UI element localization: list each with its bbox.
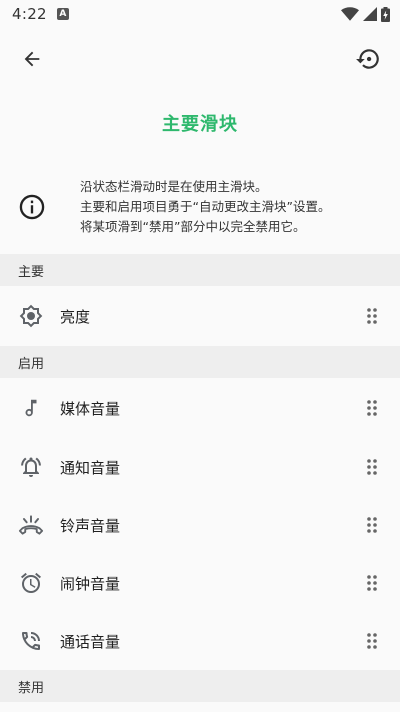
status-bar: 4:22 A: [0, 0, 400, 28]
slider-item-media-volume[interactable]: 媒体音量: [0, 378, 400, 438]
page-title: 主要滑块: [162, 114, 238, 135]
battery-charging-icon: [381, 6, 390, 22]
slider-item-label: 通话音量: [60, 632, 121, 651]
section-header-primary: 主要: [0, 254, 400, 286]
restore-icon: [356, 49, 379, 69]
info-block: 沿状态栏滑动时是在使用主滑块。 主要和启用项目勇于“自动更改主滑块”设置。 将某…: [0, 150, 400, 254]
arrow-back-icon: [24, 51, 40, 67]
slider-item-brightness[interactable]: 亮度: [0, 286, 400, 346]
slider-item-label: 亮度: [60, 307, 91, 326]
info-line-2: 主要和启用项目勇于“自动更改主滑块”设置。: [80, 199, 331, 214]
slider-item-alarm-volume[interactable]: 闹钟音量: [0, 554, 400, 612]
info-line-3: 将某项滑到“禁用”部分中以完全禁用它。: [80, 219, 306, 234]
phone-call-icon: [22, 632, 40, 650]
signal-icon: [363, 7, 377, 21]
toolbar: [0, 28, 400, 90]
info-text: 沿状态栏滑动时是在使用主滑块。 主要和启用项目勇于“自动更改主滑块”设置。 将某…: [80, 177, 330, 237]
slider-item-label: 媒体音量: [60, 399, 121, 418]
ringer-phone-icon: [18, 515, 44, 535]
info-icon: [19, 194, 45, 220]
section-header-enabled: 启用: [0, 346, 400, 378]
wifi-icon: [341, 7, 359, 21]
drag-handle-icon[interactable]: [366, 632, 378, 650]
info-line-1: 沿状态栏滑动时是在使用主滑块。: [80, 179, 268, 194]
slider-item-notification-volume[interactable]: 通知音量: [0, 438, 400, 496]
drag-handle-icon[interactable]: [366, 458, 378, 476]
section-header-disabled: 禁用: [0, 670, 400, 702]
music-note-icon: [25, 399, 37, 417]
drag-handle-icon[interactable]: [366, 399, 378, 417]
slider-item-label: 通知音量: [60, 458, 121, 477]
status-time: 4:22: [12, 5, 47, 23]
alarm-clock-icon: [21, 572, 41, 594]
slider-item-label: 闹钟音量: [60, 574, 121, 593]
reset-button[interactable]: [354, 45, 382, 73]
title-area: 主要滑块: [0, 90, 400, 150]
slider-item-call-volume[interactable]: 通话音量: [0, 612, 400, 670]
drag-handle-icon[interactable]: [366, 307, 378, 325]
brightness-icon: [19, 304, 43, 328]
notification-icon: A: [56, 8, 69, 20]
drag-handle-icon[interactable]: [366, 574, 378, 592]
notification-bell-icon: [21, 457, 41, 477]
drag-handle-icon[interactable]: [366, 516, 378, 534]
slider-item-label: 铃声音量: [60, 516, 121, 535]
slider-item-ringer-volume[interactable]: 铃声音量: [0, 496, 400, 554]
back-button[interactable]: [18, 45, 46, 73]
